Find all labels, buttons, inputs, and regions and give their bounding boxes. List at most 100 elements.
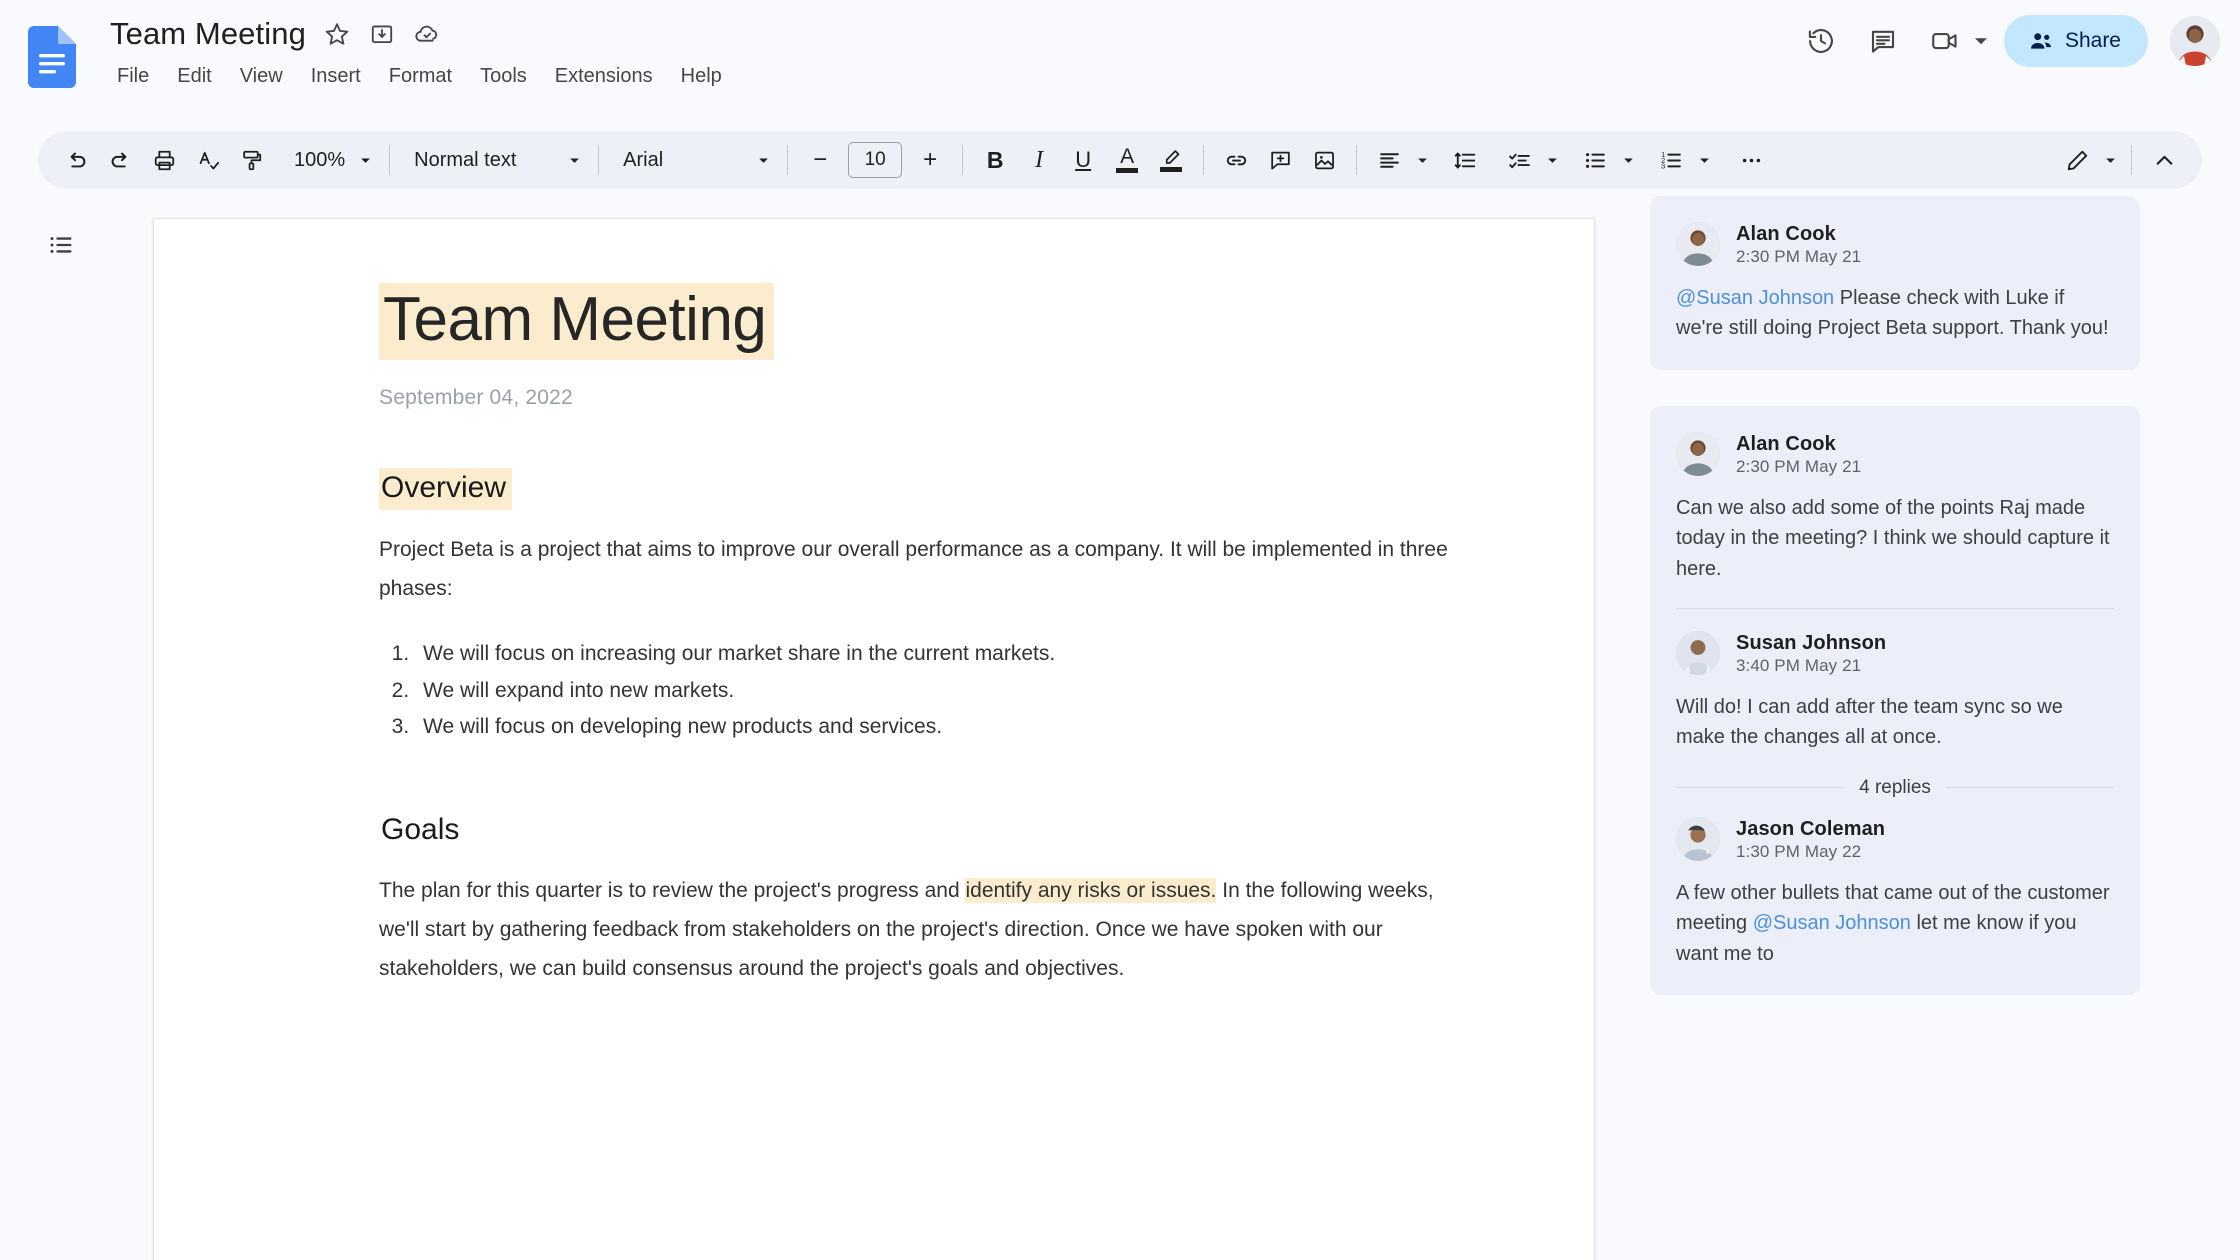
checklist-chevron-down-icon[interactable] [1541,138,1563,182]
chevron-down-icon [753,150,773,170]
toolbar-divider [787,145,789,175]
mention-link[interactable]: @Susan Johnson [1753,912,1911,934]
chevron-down-icon [355,150,375,170]
document-title[interactable]: Team Meeting [110,16,306,52]
document-body[interactable]: Team Meeting September 04, 2022 Overview… [379,283,1499,988]
replies-line-right [1946,787,2115,789]
open-comment-history-icon[interactable] [1856,14,1910,68]
toolbar-divider [389,145,391,175]
redo-icon[interactable] [98,138,142,182]
version-history-icon[interactable] [1794,14,1848,68]
reply-body: A few other bullets that came out of the… [1676,878,2114,969]
goals-paragraph: The plan for this quarter is to review t… [379,871,1459,988]
comment-header: Alan Cook 2:30 PM May 21 [1676,222,2114,267]
numbered-list-icon[interactable]: 123 [1649,138,1693,182]
font-family-dropdown[interactable]: Arial [609,138,777,182]
formatting-toolbar: 100% Normal text Arial − 10 + B I U A 1 … [38,131,2202,189]
spellcheck-icon[interactable] [186,138,230,182]
decrease-font-size-button[interactable]: − [798,138,842,182]
collapse-toolbar-chevron-up-icon[interactable] [2142,138,2186,182]
bold-button[interactable]: B [973,138,1017,182]
meet-group [1918,14,1990,68]
highlight-color-button[interactable] [1149,138,1193,182]
move-to-folder-icon[interactable] [369,21,396,48]
highlight-pen-icon [1159,148,1183,172]
reply-header: Susan Johnson 3:40 PM May 21 [1676,630,2114,676]
menu-item-file[interactable]: File [108,60,158,93]
comment-card[interactable]: Alan Cook 2:30 PM May 21 @Susan Johnson … [1650,196,2140,370]
numbered-list-chevron-down-icon[interactable] [1693,138,1715,182]
share-label: Share [2064,29,2121,52]
document-date: September 04, 2022 [379,386,573,410]
menu-item-help[interactable]: Help [672,60,731,93]
reply-meta: Susan Johnson 3:40 PM May 21 [1736,631,1886,676]
google-meet-camera-icon[interactable] [1918,14,1972,68]
bulleted-list-icon[interactable] [1573,138,1617,182]
share-button[interactable]: Share [2003,15,2148,67]
reply-body: Will do! I can add after the team sync s… [1676,695,2063,749]
document-page[interactable]: Team Meeting September 04, 2022 Overview… [153,218,1595,1260]
menu-bar: File Edit View Insert Format Tools Exten… [108,60,731,93]
add-comment-icon[interactable] [1258,138,1302,182]
italic-button[interactable]: I [1017,138,1061,182]
comment-author: Alan Cook [1736,432,1836,455]
menu-item-insert[interactable]: Insert [302,60,370,93]
paragraph-style-dropdown[interactable]: Normal text [400,138,588,182]
document-title-row: Team Meeting [110,16,441,52]
comment-meta: Alan Cook 2:30 PM May 21 [1736,222,1861,267]
text-color-swatch [1116,168,1139,174]
reply-author: Susan Johnson [1736,631,1887,654]
replies-separator[interactable]: 4 replies [1676,777,2115,799]
account-avatar[interactable] [2170,16,2220,66]
avatar [1676,816,1720,861]
toolbar-divider [2131,145,2132,175]
document-outline-icon[interactable] [38,222,84,268]
replies-line-left [1676,787,1844,789]
undo-icon[interactable] [54,138,98,182]
line-spacing-icon[interactable] [1443,138,1487,182]
menu-item-extensions[interactable]: Extensions [546,60,662,93]
font-size-input[interactable]: 10 [848,142,903,178]
comment-divider [1676,607,2114,609]
highlight-color-swatch [1160,167,1183,172]
more-options-icon[interactable] [1729,138,1773,182]
share-people-icon [2030,33,2051,49]
insert-image-icon[interactable] [1302,138,1346,182]
menu-item-tools[interactable]: Tools [471,60,536,93]
text-color-button[interactable]: A [1105,138,1149,182]
align-left-icon[interactable] [1367,138,1411,182]
align-chevron-down-icon[interactable] [1411,138,1433,182]
print-icon[interactable] [142,138,186,182]
edit-mode-chevron-down-icon[interactable] [2099,138,2121,182]
meet-chevron-down-icon[interactable] [1972,32,1990,50]
comment-body: Can we also add some of the points Raj m… [1676,496,2110,580]
zoom-dropdown[interactable]: 100% [280,138,379,182]
toolbar-divider [598,145,600,175]
bold-label: B [986,146,1004,173]
google-docs-window: Team Meeting File Edit View Insert Forma… [0,0,2240,1260]
google-docs-icon[interactable] [28,26,76,88]
toolbar-divider [962,145,964,175]
cloud-saved-icon[interactable] [414,21,441,48]
italic-label: I [1035,146,1044,173]
checklist-icon[interactable] [1497,138,1541,182]
font-family-value: Arial [623,148,664,171]
overview-paragraph: Project Beta is a project that aims to i… [379,537,1448,600]
bulleted-list-chevron-down-icon[interactable] [1617,138,1639,182]
list-item: We will expand into new markets. [415,673,1499,710]
comment-card[interactable]: Alan Cook 2:30 PM May 21 Can we also add… [1650,405,2140,995]
insert-link-icon[interactable] [1214,138,1258,182]
menu-item-format[interactable]: Format [380,60,461,93]
list-item: We will focus on increasing our market s… [415,636,1499,673]
mention-link[interactable]: @Susan Johnson [1676,287,1834,309]
phases-ordered-list: We will focus on increasing our market s… [379,636,1499,746]
increase-font-label: + [923,146,938,173]
increase-font-size-button[interactable]: + [908,138,952,182]
menu-item-view[interactable]: View [231,60,292,93]
underline-button[interactable]: U [1061,138,1105,182]
menu-item-edit[interactable]: Edit [168,60,220,93]
star-icon[interactable] [324,21,351,48]
paint-format-icon[interactable] [230,138,274,182]
edit-pencil-icon[interactable] [2055,138,2099,182]
goals-text-part1: The plan for this quarter is to review t… [379,879,966,903]
